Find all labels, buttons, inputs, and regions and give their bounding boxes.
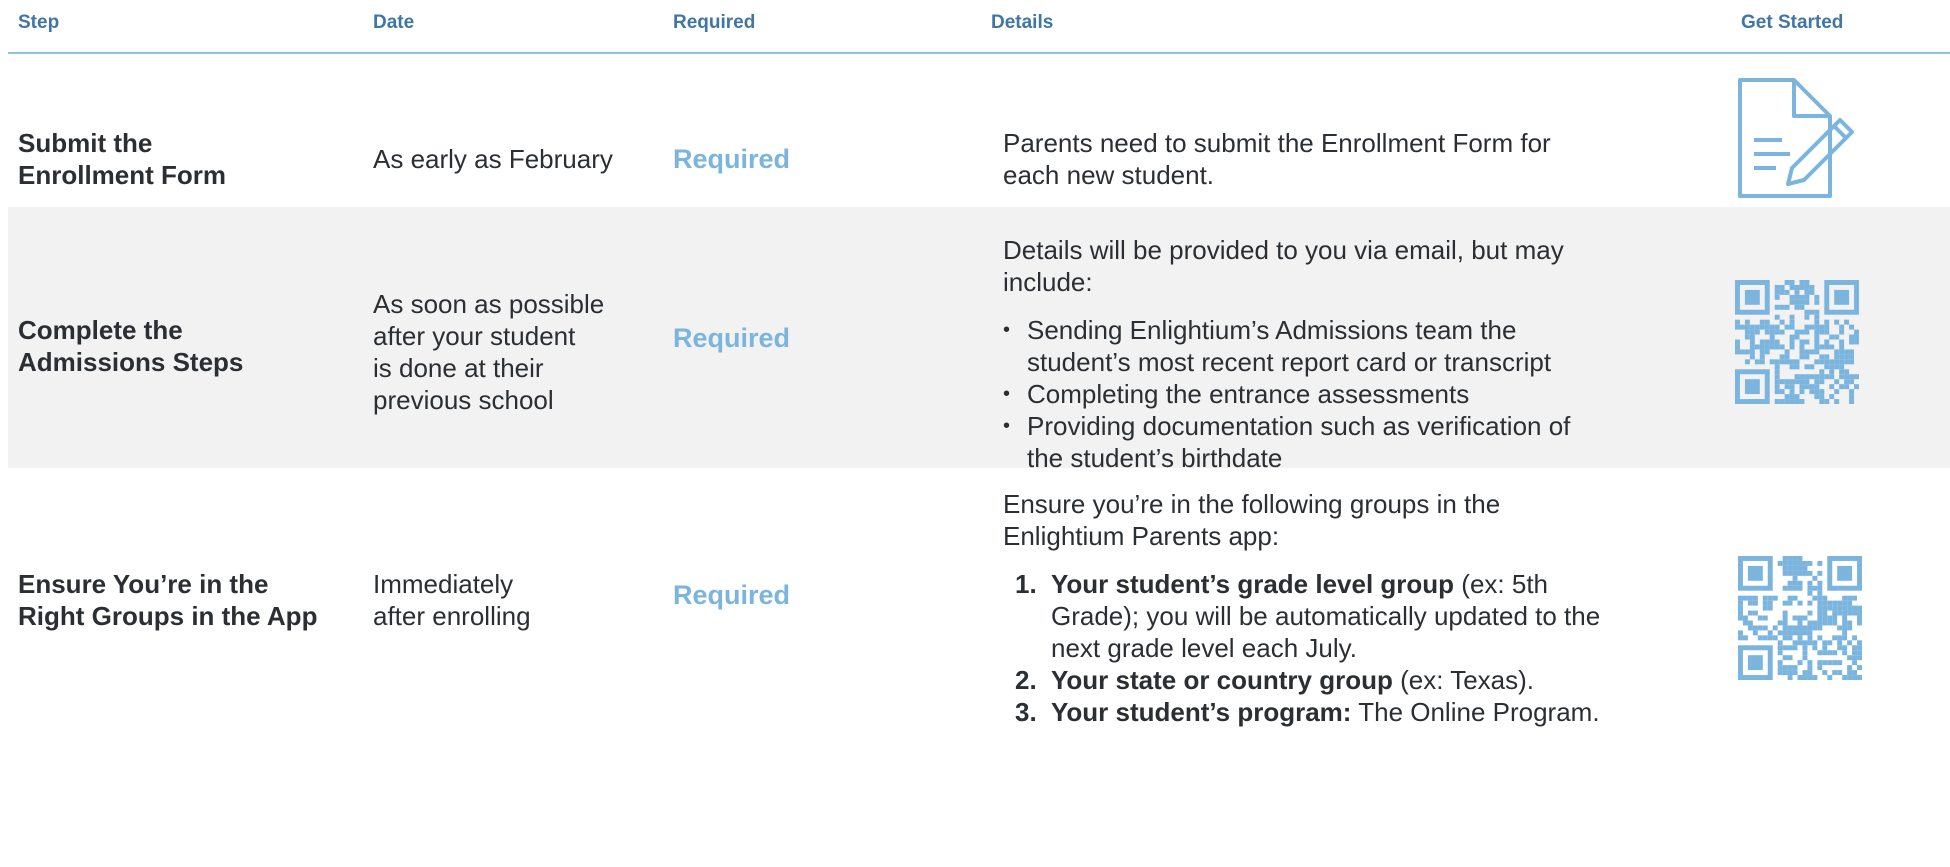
list-item: Sending Enlightium’s Admissions team the… [1003, 314, 1643, 378]
details-bullet-list: Sending Enlightium’s Admissions team the… [1003, 314, 1643, 474]
list-item: 1. Your student’s grade level group (ex:… [1015, 569, 1601, 663]
list-item: Providing documentation such as verifica… [1003, 410, 1643, 474]
list-item: 2. Your state or country group (ex: Texa… [1015, 665, 1534, 695]
table-row: Complete the Admissions Steps As soon as… [8, 207, 1950, 473]
document-pencil-icon[interactable] [1730, 76, 1870, 207]
step-details: Details will be provided to you via emai… [1003, 234, 1643, 474]
header-date: Date [373, 12, 415, 33]
step-date: As soon as possible after your student i… [373, 289, 605, 415]
step-title: Complete the Admissions Steps [18, 315, 244, 377]
step-details: Ensure you’re in the following groups in… [1003, 488, 1643, 728]
details-numbered-list: 1. Your student’s grade level group (ex:… [1003, 568, 1643, 728]
required-badge: Required [673, 323, 791, 353]
step-title: Ensure You’re in the Right Groups in the… [18, 569, 318, 631]
table-header: Step Date Required Details Get Started [8, 0, 1950, 54]
qr-code-icon[interactable] [1735, 280, 1859, 409]
step-date: Immediately after enrolling [373, 569, 531, 631]
table-row: Ensure You’re in the Right Groups in the… [8, 468, 1950, 867]
header-step: Step [18, 12, 60, 33]
required-badge: Required [673, 580, 791, 610]
header-get-started: Get Started [1741, 12, 1844, 33]
header-required: Required [673, 12, 756, 33]
step-title: Submit the Enrollment Form [18, 128, 227, 190]
required-badge: Required [673, 144, 791, 174]
list-item: Completing the entrance assessments [1003, 378, 1643, 410]
qr-code-icon[interactable] [1738, 556, 1862, 685]
table-row: Submit the Enrollment Form As early as F… [8, 54, 1950, 207]
step-date: As early as February [373, 144, 613, 174]
list-item: 3. Your student’s program: The Online Pr… [1015, 697, 1600, 727]
step-details: Parents need to submit the Enrollment Fo… [1003, 128, 1551, 190]
header-details: Details [991, 12, 1054, 33]
